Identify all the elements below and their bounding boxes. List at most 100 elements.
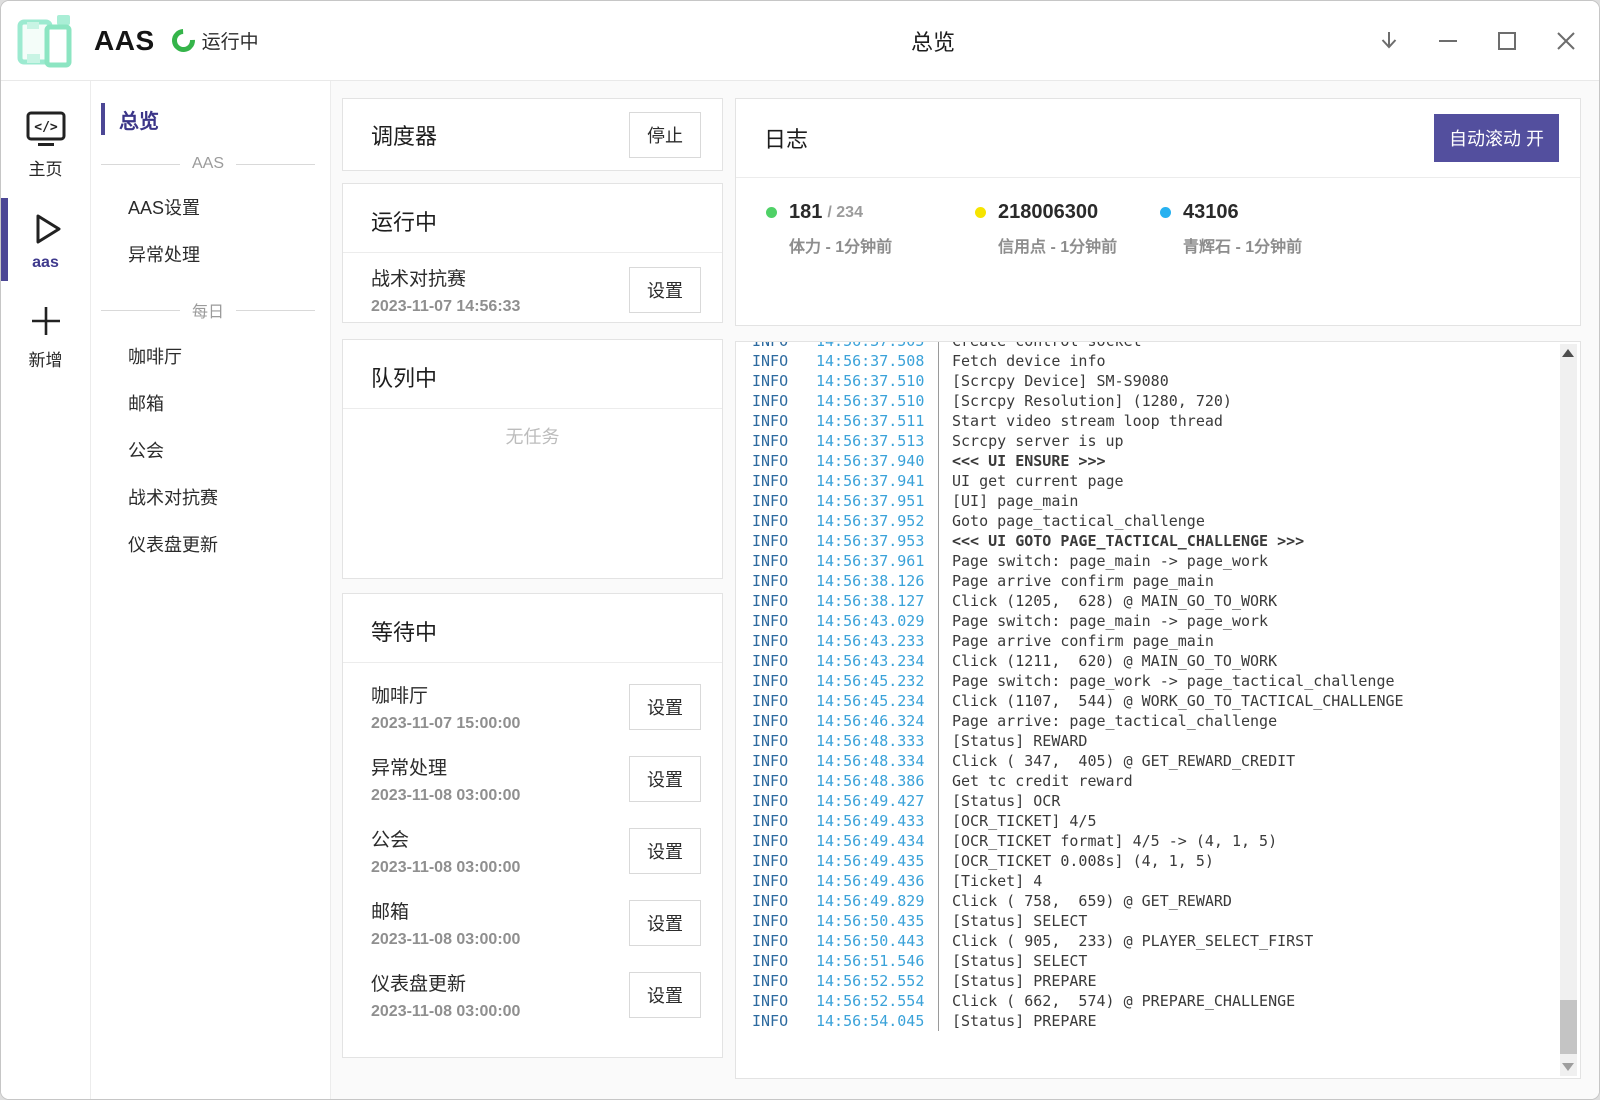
queue-empty-text: 无任务 xyxy=(343,409,722,449)
waiting-task-row: 仪表盘更新 2023-11-08 03:00:00 设置 xyxy=(343,958,722,1030)
log-message: Click (1107, 544) @ WORK_GO_TO_TACTICAL_… xyxy=(938,691,1404,711)
log-level: INFO xyxy=(736,551,816,571)
log-line: INFO 14:56:43.233 Page arrive confirm pa… xyxy=(736,631,1580,651)
log-timestamp: 14:56:37.941 xyxy=(816,471,938,491)
stat-label: 信用点 - 1分钟前 xyxy=(998,233,1160,257)
scrollbar-thumb[interactable] xyxy=(1560,1000,1577,1054)
rail-item-add[interactable]: 新增 xyxy=(1,290,90,380)
log-line: INFO 14:56:37.953 <<< UI GOTO PAGE_TACTI… xyxy=(736,531,1580,551)
log-level: INFO xyxy=(736,391,816,411)
log-line: INFO 14:56:54.045 [Status] PREPARE xyxy=(736,1011,1580,1031)
log-message: Click (1211, 620) @ MAIN_GO_TO_WORK xyxy=(938,651,1277,671)
scheduler-title: 调度器 xyxy=(371,119,437,151)
stat-label: 体力 - 1分钟前 xyxy=(789,233,975,257)
page-title: 总览 xyxy=(911,25,955,57)
settings-button[interactable]: 设置 xyxy=(629,684,701,730)
log-message: Page arrive confirm page_main xyxy=(938,571,1214,591)
log-timestamp: 14:56:43.234 xyxy=(816,651,938,671)
sidebar-item-overview[interactable]: 总览 xyxy=(101,103,330,135)
task-name: 异常处理 xyxy=(371,753,520,780)
log-timestamp: 14:56:49.829 xyxy=(816,891,938,911)
log-message: Page switch: page_main -> page_work xyxy=(938,551,1268,571)
stop-button[interactable]: 停止 xyxy=(629,112,701,158)
log-timestamp: 14:56:48.333 xyxy=(816,731,938,751)
log-level: INFO xyxy=(736,991,816,1011)
task-name: 公会 xyxy=(371,825,520,852)
settings-button[interactable]: 设置 xyxy=(629,972,701,1018)
task-name: 咖啡厅 xyxy=(371,681,520,708)
log-message: [Scrcpy Device] SM-S9080 xyxy=(938,371,1169,391)
waiting-task-row: 公会 2023-11-08 03:00:00 设置 xyxy=(343,814,722,886)
log-message: Scrcpy server is up xyxy=(938,431,1124,451)
down-arrow-icon xyxy=(1377,29,1401,53)
settings-button[interactable]: 设置 xyxy=(629,900,701,946)
log-message: Fetch device info xyxy=(938,351,1106,371)
autoscroll-toggle-button[interactable]: 自动滚动 开 xyxy=(1434,114,1559,162)
rollup-button[interactable] xyxy=(1376,28,1402,54)
log-line: INFO 14:56:50.443 Click ( 905, 233) @ PL… xyxy=(736,931,1580,951)
log-level: INFO xyxy=(736,951,816,971)
running-spinner-icon xyxy=(167,24,199,56)
log-timestamp: 14:56:37.961 xyxy=(816,551,938,571)
resource-stat: 181 / 234 体力 - 1分钟前 xyxy=(766,201,975,257)
task-time: 2023-11-07 15:00:00 xyxy=(371,715,520,733)
settings-button[interactable]: 设置 xyxy=(629,756,701,802)
log-level: INFO xyxy=(736,511,816,531)
log-scrollbar[interactable] xyxy=(1560,344,1577,1076)
log-line: INFO 14:56:37.952 Goto page_tactical_cha… xyxy=(736,511,1580,531)
log-level: INFO xyxy=(736,871,816,891)
sidebar-item[interactable]: AAS设置 xyxy=(91,184,330,231)
log-timestamp: 14:56:50.443 xyxy=(816,931,938,951)
settings-button[interactable]: 设置 xyxy=(629,828,701,874)
log-level: INFO xyxy=(736,651,816,671)
resource-stat: 43106 青辉石 - 1分钟前 xyxy=(1160,201,1302,257)
log-line: INFO 14:56:45.232 Page switch: page_work… xyxy=(736,671,1580,691)
log-timestamp: 14:56:46.324 xyxy=(816,711,938,731)
waiting-task-row: 咖啡厅 2023-11-07 15:00:00 设置 xyxy=(343,670,722,742)
log-timestamp: 14:56:37.510 xyxy=(816,391,938,411)
log-level: INFO xyxy=(736,611,816,631)
log-level: INFO xyxy=(736,371,816,391)
svg-text:</>: </> xyxy=(34,120,58,135)
sidebar-item[interactable]: 异常处理 xyxy=(91,231,330,278)
log-line: INFO 14:56:43.234 Click (1211, 620) @ MA… xyxy=(736,651,1580,671)
sidebar-item[interactable]: 公会 xyxy=(91,427,330,474)
rail-item-aas[interactable]: aas xyxy=(1,198,90,281)
sidebar-item[interactable]: 仪表盘更新 xyxy=(91,521,330,568)
running-task-row: 战术对抗赛 2023-11-07 14:56:33 设置 xyxy=(343,253,722,325)
log-line: INFO 14:56:48.333 [Status] REWARD xyxy=(736,731,1580,751)
nav-sidebar: 总览 AAS AAS设置 异常处理 每日 咖啡厅 邮箱 公会 战术对抗赛 仪表盘… xyxy=(91,81,331,1099)
minimize-button[interactable] xyxy=(1435,28,1461,54)
scroll-down-icon[interactable] xyxy=(1562,1063,1574,1071)
log-message: [UI] page_main xyxy=(938,491,1078,511)
task-time: 2023-11-08 03:00:00 xyxy=(371,787,520,805)
nav-section-label: 每日 xyxy=(192,298,224,322)
log-message: Page arrive confirm page_main xyxy=(938,631,1214,651)
log-level: INFO xyxy=(736,351,816,371)
sidebar-item[interactable]: 邮箱 xyxy=(91,380,330,427)
close-button[interactable] xyxy=(1553,28,1579,54)
resource-stats-row: 181 / 234 体力 - 1分钟前 218006300 信用点 - 1分钟前… xyxy=(736,178,1580,257)
log-message: Page switch: page_work -> page_tactical_… xyxy=(938,671,1395,691)
window-controls xyxy=(1376,1,1579,81)
task-name: 战术对抗赛 xyxy=(371,264,520,291)
log-message: Create control socket xyxy=(938,341,1142,351)
log-timestamp: 14:56:45.234 xyxy=(816,691,938,711)
rail-item-label: 主页 xyxy=(29,155,63,180)
stat-label: 青辉石 - 1分钟前 xyxy=(1183,233,1302,257)
sidebar-item-label: 总览 xyxy=(119,105,159,134)
maximize-button[interactable] xyxy=(1494,28,1520,54)
title-bar: AAS 运行中 总览 xyxy=(1,1,1599,81)
settings-button[interactable]: 设置 xyxy=(629,267,701,313)
log-message: [Status] REWARD xyxy=(938,731,1087,751)
rail-item-home[interactable]: </> 主页 xyxy=(1,99,90,189)
active-indicator-bar xyxy=(1,198,8,281)
scroll-up-icon[interactable] xyxy=(1562,349,1574,357)
sidebar-item[interactable]: 战术对抗赛 xyxy=(91,474,330,521)
sidebar-item[interactable]: 咖啡厅 xyxy=(91,333,330,380)
log-line: INFO 14:56:49.427 [Status] OCR xyxy=(736,791,1580,811)
log-level: INFO xyxy=(736,671,816,691)
log-line: INFO 14:56:37.941 UI get current page xyxy=(736,471,1580,491)
running-title: 运行中 xyxy=(371,210,437,235)
task-time: 2023-11-08 03:00:00 xyxy=(371,1003,520,1021)
